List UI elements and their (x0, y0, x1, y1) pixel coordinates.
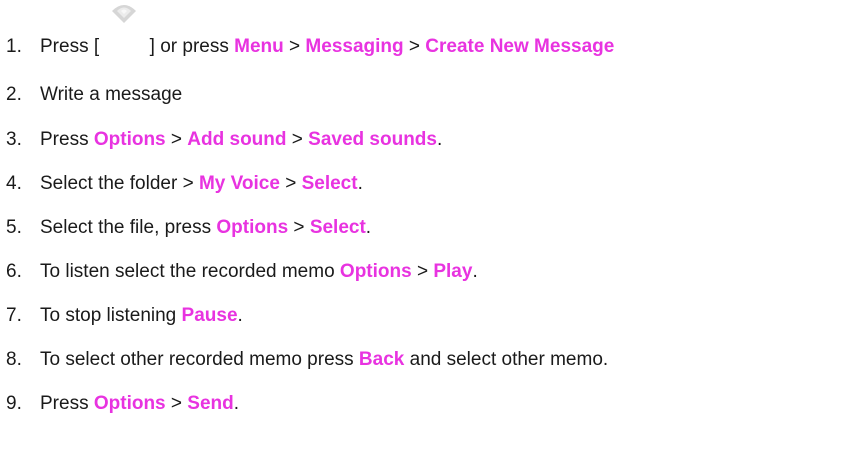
step-text: Press Options > Send. (40, 393, 239, 415)
instruction-text: . (472, 261, 478, 282)
instruction-text: To listen select the recorded memo (40, 261, 340, 282)
step-item: 6. To listen select the recorded memo Opt… (6, 254, 478, 290)
step-item: 1. Press [ ] or press Menu > Messaging > … (6, 4, 615, 65)
step-item: 2. Write a message (6, 77, 182, 113)
menu-keyword: Pause (181, 305, 238, 326)
instruction-text: Select the folder > (40, 173, 199, 194)
step-number: 8. (6, 349, 22, 370)
instruction-text: . (233, 393, 240, 414)
menu-keyword: Create New Message (425, 36, 615, 57)
step-text: Select the file, press Options > Select. (40, 217, 371, 239)
instruction-text: > (411, 261, 434, 282)
step-number: 5. (6, 217, 22, 238)
step-text: To listen select the recorded memo Optio… (40, 261, 478, 283)
menu-keyword: Saved sounds (308, 129, 437, 150)
menu-keyword: Options (339, 261, 412, 282)
step-text: Press [ ] or press Menu > Messaging > Cr… (40, 4, 615, 58)
step-item: 3. Press Options > Add sound > Saved soun… (6, 122, 442, 158)
menu-keyword: Play (433, 261, 473, 282)
step-text: Write a message (40, 84, 182, 106)
menu-keyword: Menu (234, 36, 284, 57)
instruction-text: . (237, 305, 243, 326)
menu-keyword: Select (301, 173, 358, 194)
step-number: 3. (6, 129, 22, 150)
menu-keyword: Add sound (187, 129, 287, 150)
step-item: 7. To stop listening Pause. (6, 298, 243, 334)
step-number: 1. (6, 36, 22, 57)
step-number: 9. (6, 393, 22, 414)
step-text: To stop listening Pause. (40, 305, 243, 327)
menu-keyword: Options (216, 217, 289, 238)
step-text: To select other recorded memo press Back… (40, 349, 608, 371)
softkey-icon (112, 4, 137, 23)
instruction-text: ] or press (144, 36, 235, 57)
instruction-text: Press (40, 393, 94, 414)
step-item: 9. Press Options > Send. (6, 386, 239, 422)
step-number: 4. (6, 173, 22, 194)
softkey-icon-slot (104, 4, 144, 57)
instruction-text: and select other memo. (404, 349, 609, 370)
step-number: 2. (6, 84, 22, 105)
instruction-text: > (286, 129, 309, 150)
instruction-text: . (436, 129, 443, 150)
page: { "steps": [ { "number": "1.", "parts": … (0, 0, 861, 458)
menu-keyword: Options (93, 393, 166, 414)
step-text: Select the folder > My Voice > Select. (40, 173, 363, 195)
instruction-text: Write a message (40, 84, 183, 105)
instruction-text: > (288, 217, 310, 238)
instruction-text: Press [ (40, 36, 105, 57)
menu-keyword: My Voice (198, 173, 280, 194)
menu-keyword: Messaging (305, 36, 404, 57)
instruction-text: > (165, 393, 188, 414)
menu-keyword: Back (358, 349, 405, 370)
menu-keyword: Send (187, 393, 234, 414)
menu-keyword: Select (309, 217, 366, 238)
instruction-text: . (357, 173, 363, 194)
step-number: 7. (6, 305, 22, 326)
instruction-text: > (165, 129, 188, 150)
instruction-text: Press (40, 129, 94, 150)
instruction-text: To stop listening (40, 305, 182, 326)
instruction-text: Select the file, press (40, 217, 217, 238)
step-text: Press Options > Add sound > Saved sounds… (40, 129, 442, 151)
instruction-text: . (365, 217, 372, 238)
instruction-text: To select other recorded memo press (40, 349, 359, 370)
step-item: 5. Select the file, press Options > Selec… (6, 210, 371, 246)
step-number: 6. (6, 261, 22, 282)
step-item: 4. Select the folder > My Voice > Select. (6, 166, 363, 202)
step-item: 8. To select other recorded memo press Ba… (6, 342, 608, 378)
instruction-text: > (279, 173, 302, 194)
instruction-text: > (283, 36, 306, 57)
instruction-text: > (403, 36, 426, 57)
menu-keyword: Options (93, 129, 166, 150)
